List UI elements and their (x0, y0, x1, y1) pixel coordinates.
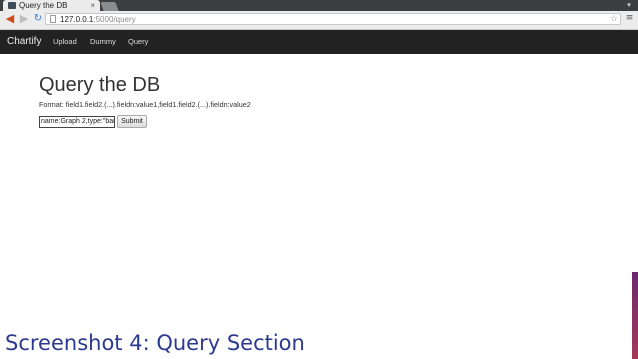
url-path: :5000/query (93, 15, 136, 24)
forward-icon[interactable]: ▶ (18, 12, 30, 26)
nav-link-dummy[interactable]: Dummy (90, 30, 116, 54)
window-menu-icon[interactable]: ▾ (624, 1, 634, 10)
app-navbar: Chartify Upload Dummy Query (0, 30, 638, 54)
tab-favicon-icon (8, 2, 16, 9)
submit-button[interactable]: Submit (117, 115, 147, 128)
brand-link[interactable]: Chartify (7, 30, 41, 54)
new-tab-button[interactable] (100, 2, 119, 11)
query-input[interactable]: name:Graph 2,type:"bar" (39, 116, 115, 128)
browser-tab[interactable]: Query the DB × (3, 0, 100, 11)
page-icon (50, 15, 56, 23)
url-host: 127.0.0.1 (60, 15, 94, 24)
tab-title: Query the DB (19, 1, 68, 10)
reload-icon[interactable]: ↻ (32, 12, 44, 26)
format-hint: Format: field1.field2.(...).fieldn:value… (39, 100, 251, 109)
browser-toolbar: ◀ ▶ ↻ 127.0.0.1:5000/query ☆ ≡ (0, 11, 638, 30)
address-bar[interactable]: 127.0.0.1:5000/query ☆ (45, 13, 621, 25)
tab-close-icon[interactable]: × (90, 0, 95, 11)
browser-menu-icon[interactable]: ≡ (625, 14, 634, 23)
back-icon[interactable]: ◀ (4, 12, 16, 26)
url-text[interactable]: 127.0.0.1:5000/query (60, 14, 136, 25)
nav-link-upload[interactable]: Upload (53, 30, 77, 54)
browser-tabstrip: Query the DB × ▾ (0, 0, 638, 11)
side-accent-bar (632, 272, 638, 359)
nav-link-query[interactable]: Query (128, 30, 148, 54)
page-title: Query the DB (39, 74, 161, 96)
bookmark-star-icon[interactable]: ☆ (610, 14, 618, 25)
screenshot-caption: Screenshot 4: Query Section (5, 331, 305, 355)
